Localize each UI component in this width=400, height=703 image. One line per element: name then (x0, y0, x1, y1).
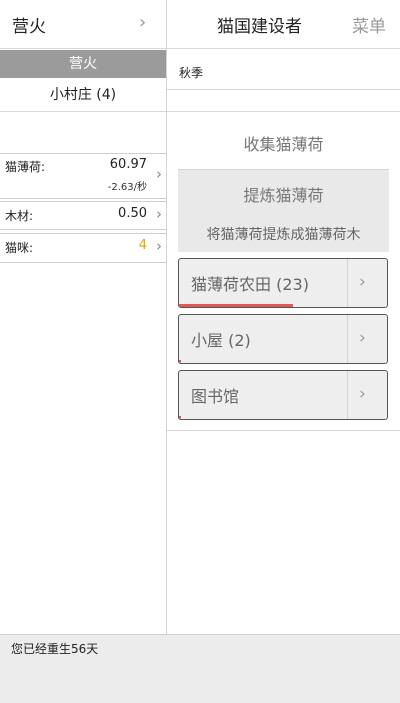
chevron-right-icon[interactable]: › (156, 165, 162, 183)
chevron-right-icon[interactable]: › (359, 272, 366, 292)
building-progress-bar (179, 360, 182, 363)
resource-row-wood[interactable]: 木材: 0.50 › (0, 202, 166, 228)
divider (0, 229, 166, 230)
resource-rate: -2.63/秒 (107, 182, 147, 193)
left-panel: 营火 › 营火 小村庄 (4) 猫薄荷: 60.97 -2.63/秒 › 木材:… (0, 0, 166, 634)
app-title: 猫国建设者 (217, 17, 302, 37)
resource-name: 木材: (5, 209, 34, 223)
resource-value: 0.50 (118, 206, 147, 221)
divider (0, 262, 166, 263)
refine-description: 将猫薄荷提炼成猫薄荷木 (206, 227, 361, 243)
chevron-right-icon[interactable]: › (359, 328, 366, 348)
village-label: 小村庄 (4) (49, 87, 117, 103)
divider (167, 48, 400, 49)
building-hut-button[interactable]: 小屋 (2) › (178, 314, 388, 364)
section-bar: 营火 (0, 50, 166, 78)
chevron-right-icon[interactable]: › (139, 12, 146, 33)
resource-name: 猫咪: (5, 241, 34, 255)
divider (167, 430, 400, 431)
season-label: 秋季 (179, 66, 204, 80)
menu-button[interactable]: 菜单 (352, 12, 386, 37)
divider (347, 259, 348, 307)
divider (0, 48, 166, 49)
log-panel: 您已经重生56天 (0, 634, 400, 703)
building-library-button[interactable]: 图书馆 › (178, 370, 388, 420)
building-catnip-field-button[interactable]: 猫薄荷农田 (23) › (178, 258, 388, 308)
resource-value: 4 (138, 238, 147, 253)
resource-row-kittens[interactable]: 猫咪: 4 › (0, 234, 166, 262)
building-progress-bar (179, 304, 294, 307)
divider (167, 111, 400, 112)
log-message: 您已经重生56天 (11, 642, 99, 656)
left-header[interactable]: 营火 › (0, 0, 166, 48)
gather-catnip-button[interactable]: 收集猫薄荷 (178, 126, 389, 164)
divider (0, 111, 166, 112)
divider (0, 198, 166, 199)
divider (347, 371, 348, 419)
chevron-right-icon[interactable]: › (359, 384, 366, 404)
resource-row-catnip[interactable]: 猫薄荷: 60.97 -2.63/秒 › (0, 154, 166, 198)
section-title: 营火 (69, 56, 97, 72)
divider (347, 315, 348, 363)
refine-catnip-button[interactable]: 提炼猫薄荷 将猫薄荷提炼成猫薄荷木 (178, 169, 389, 252)
left-title: 营火 (12, 17, 46, 37)
building-progress-bar (179, 416, 182, 419)
chevron-right-icon[interactable]: › (156, 205, 162, 223)
building-label: 猫薄荷农田 (23) (191, 275, 309, 294)
divider (167, 89, 400, 90)
chevron-right-icon[interactable]: › (156, 237, 162, 255)
resource-value: 60.97 (109, 157, 147, 172)
refine-title: 提炼猫薄荷 (243, 186, 324, 205)
main-panel: 猫国建设者 菜单 秋季 收集猫薄荷 提炼猫薄荷 将猫薄荷提炼成猫薄荷木 猫薄荷农… (167, 0, 400, 634)
building-label: 图书馆 (191, 387, 240, 406)
building-label: 小屋 (2) (191, 331, 251, 350)
resource-name: 猫薄荷: (5, 160, 46, 174)
